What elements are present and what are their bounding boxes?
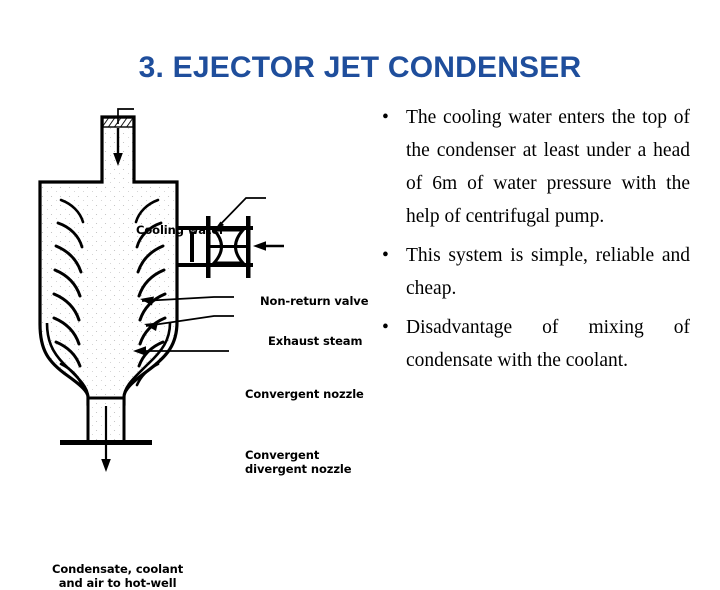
bullet-text: This system is simple, reliable and chea… — [406, 245, 690, 299]
bullet-list: • The cooling water enters the top of th… — [374, 101, 690, 377]
diagram-label-convergent-divergent-nozzle: Convergent divergent nozzle — [245, 448, 352, 476]
diagram-label-exhaust-steam: Exhaust steam — [268, 334, 363, 348]
bullet-item: • This system is simple, reliable and ch… — [374, 239, 690, 305]
condensate-outlet-pipe — [60, 396, 152, 472]
bullet-text: Disadvantage of mixing of condensate wit… — [406, 317, 690, 371]
diagram-label-condensate-outlet: Condensate, coolant and air to hot-well — [52, 562, 184, 590]
bullet-marker-icon: • — [382, 317, 389, 338]
diagram-label-cooling-water: Cooling water — [136, 223, 225, 237]
bullet-item: • The cooling water enters the top of th… — [374, 101, 690, 233]
bullet-text: The cooling water enters the top of the … — [406, 107, 690, 227]
ejector-jet-condenser-diagram: Cooling water Non-return valve Exhaust s… — [14, 104, 374, 590]
bullet-marker-icon: • — [382, 245, 389, 266]
slide-canvas: 3. EJECTOR JET CONDENSER Cooling water N… — [0, 0, 720, 590]
bullet-marker-icon: • — [382, 107, 389, 128]
page-title: 3. EJECTOR JET CONDENSER — [138, 51, 582, 84]
bullet-item: • Disadvantage of mixing of condensate w… — [374, 311, 690, 377]
diagram-label-convergent-nozzle: Convergent nozzle — [245, 387, 364, 401]
diagram-label-non-return-valve: Non-return valve — [260, 294, 369, 308]
